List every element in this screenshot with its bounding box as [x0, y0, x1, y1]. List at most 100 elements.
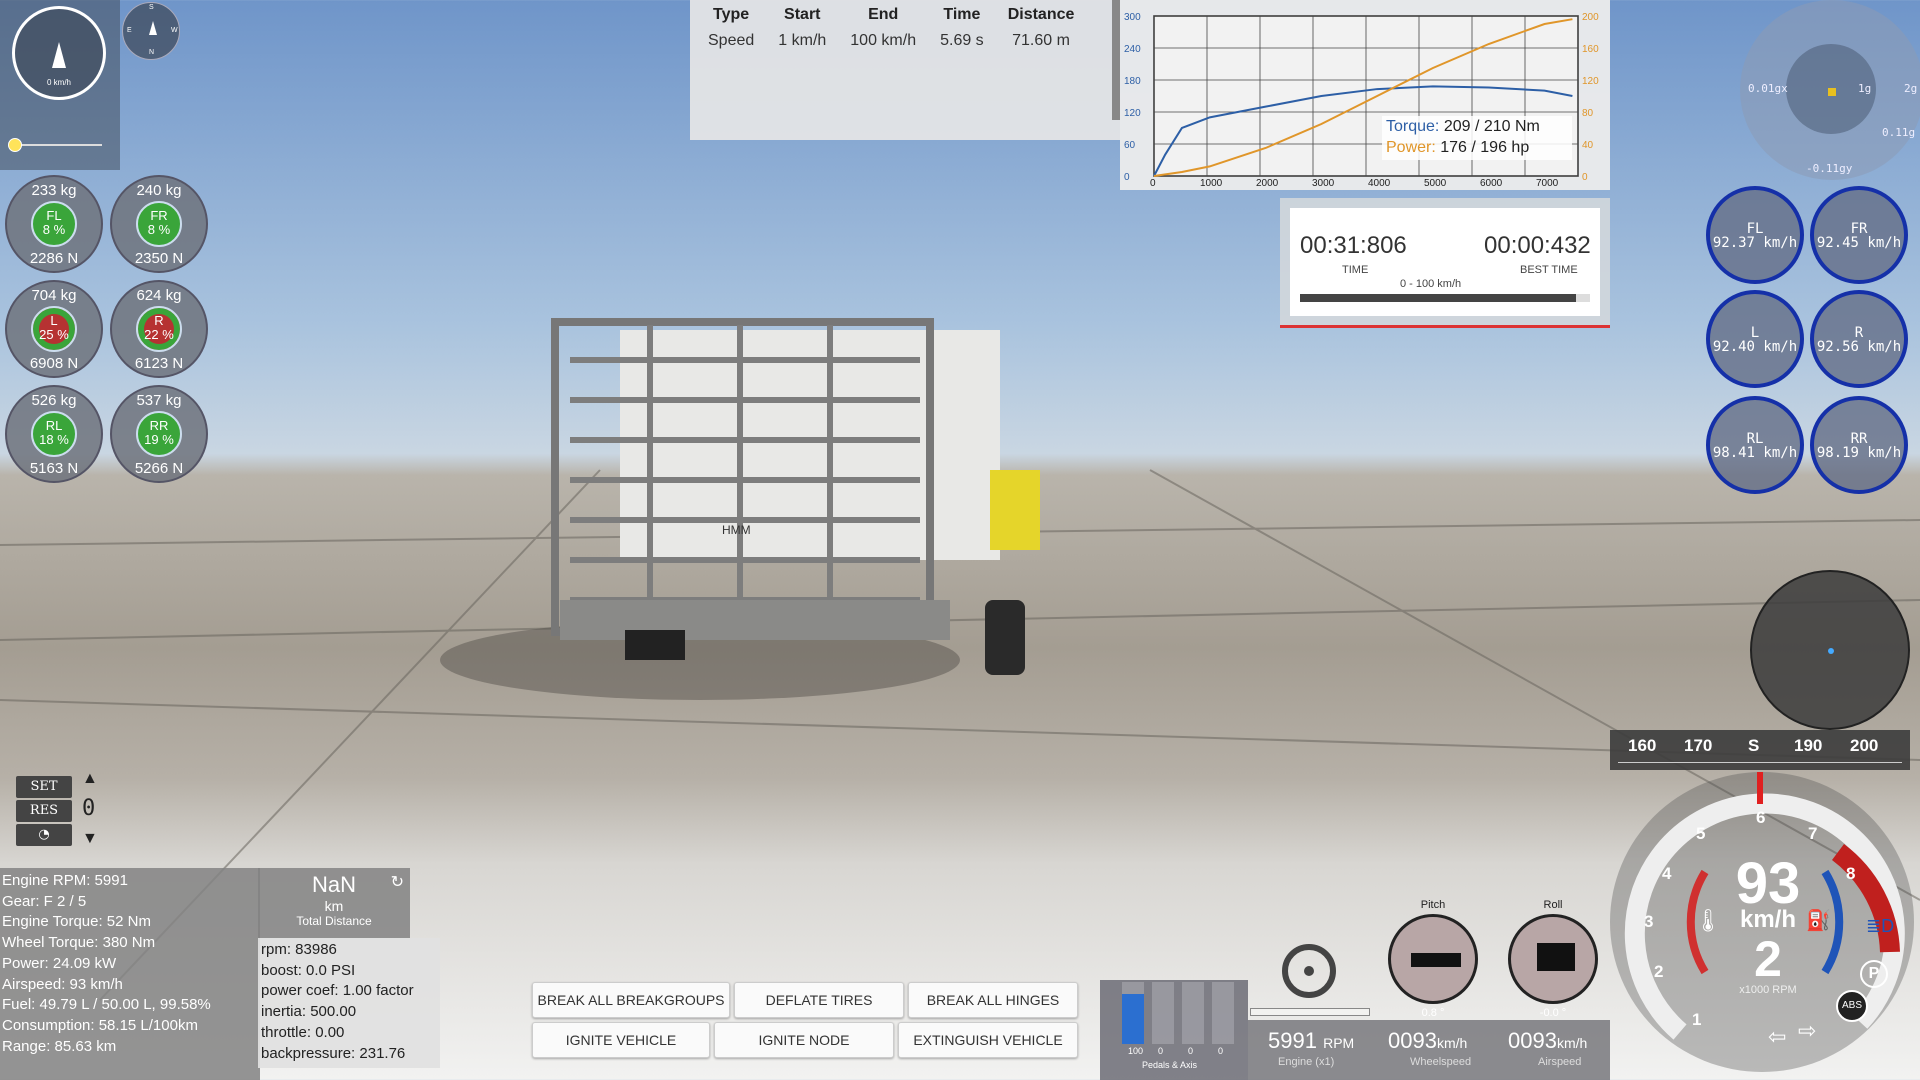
- tire-label: R 22 %: [112, 314, 206, 342]
- graph-right-tick: 0: [1582, 172, 1588, 183]
- airspeed-value: 0093: [1508, 1028, 1557, 1053]
- tire-load-n: 5163 N: [29, 460, 79, 477]
- wheel-id: RL: [1746, 431, 1764, 447]
- mini-speed-needle: [52, 42, 66, 68]
- tire-load-kg: 526 kg: [31, 392, 77, 409]
- tire-id: RR: [149, 418, 169, 433]
- break-all-hinges-button[interactable]: BREAK ALL HINGES: [908, 982, 1078, 1018]
- tire-pct: 25 %: [39, 327, 69, 342]
- tire-id: RL: [45, 418, 63, 433]
- turn-signal-right-icon: ⇨: [1798, 1018, 1817, 1043]
- tire-gauge-r: 624 kg R 22 % 6123 N: [110, 280, 208, 378]
- wheel-speed-fr: FR 92.45 km/h: [1810, 186, 1908, 284]
- gforce-meter: 0.01gx 1g 2g 0.11g -0.11gy: [1740, 0, 1920, 180]
- drag-results-table: Type Start End Time Distance Speed 1 km/…: [696, 4, 1086, 56]
- drag-col-distance: Distance: [1007, 6, 1075, 23]
- wheel-speed-value: 92.40 km/h: [1712, 339, 1798, 355]
- extinguish-vehicle-button[interactable]: EXTINGUISH VEHICLE: [898, 1022, 1078, 1058]
- tape-tick-190: 190: [1794, 736, 1823, 755]
- pitch-indicator: Pitch 0.8 °: [1388, 899, 1478, 1019]
- tire-load-kg: 240 kg: [136, 182, 182, 199]
- pedal-bar: [1212, 982, 1234, 1044]
- tire-gauge-fl: 233 kg FL 8 % 2286 N: [5, 175, 103, 273]
- pedal-bar: [1182, 982, 1204, 1044]
- graph-x-tick: 7000: [1536, 178, 1559, 189]
- wheel-speed-fl: FL 92.37 km/h: [1706, 186, 1804, 284]
- ignite-vehicle-button[interactable]: IGNITE VEHICLE: [532, 1022, 710, 1058]
- timer-progress-bar: [1300, 294, 1590, 302]
- graph-left-tick: 120: [1124, 108, 1141, 119]
- tachometer: 93 km/h 2 x1000 RPM 1 2 3 4 5 6 7 8 🌡 ⛽ …: [1610, 772, 1914, 1072]
- wheel-id: R: [1854, 325, 1864, 341]
- compass-e: W: [171, 27, 178, 34]
- reset-icon[interactable]: ↻: [391, 872, 404, 892]
- tire-gauge-rr: 537 kg RR 19 % 5266 N: [110, 385, 208, 483]
- digital-readout: 5991 RPM Engine (x1) 0093km/h Wheelspeed…: [1248, 1020, 1610, 1080]
- cruise-control: SET RES ◔ ▲ 0 ▼: [10, 770, 100, 860]
- rpm-unit: RPM: [1323, 1035, 1355, 1051]
- drag-col-end: End: [868, 6, 899, 23]
- tacho-num-3: 3: [1644, 912, 1654, 931]
- graph-left-tick: 60: [1124, 140, 1136, 151]
- tire-load-n: 5266 N: [134, 460, 184, 477]
- graph-x-tick: 4000: [1368, 178, 1391, 189]
- engine-info-panel: Engine RPM: 5991 Gear: F 2 / 5 Engine Torq…: [0, 868, 260, 1080]
- graph-left-tick: 0: [1124, 172, 1130, 183]
- tacho-num-8: 8: [1846, 864, 1856, 883]
- roll-indicator: Roll -0.0 °: [1508, 899, 1598, 1019]
- turbo-info-line: backpressure: 231.76: [261, 1044, 406, 1062]
- turbo-info-line: power coef: 1.00 factor: [261, 982, 414, 1000]
- engine-info-line: Range: 85.63 km: [2, 1037, 117, 1055]
- cruise-speed-icon[interactable]: ◔: [16, 824, 72, 846]
- pedals-axis-widget: 100 0 0 0 Pedals & Axis: [1100, 980, 1248, 1080]
- tire-gauge-fr: 240 kg FR 8 % 2350 N: [110, 175, 208, 273]
- wheelspeed-caption: Wheelspeed: [1410, 1056, 1472, 1068]
- tire-id: FR: [150, 208, 168, 223]
- tire-pct: 18 %: [39, 432, 69, 447]
- mini-slider-knob[interactable]: [8, 138, 22, 152]
- tape-tick-s: S: [1748, 736, 1760, 755]
- tire-label: FL 8 %: [7, 209, 101, 237]
- drag-panel-scrollbar[interactable]: [1112, 0, 1120, 120]
- engine-info-line: Power: 24.09 kW: [2, 954, 117, 972]
- graph-right-tick: 160: [1582, 44, 1599, 55]
- torque-power-graph: 300 240 180 120 60 0 200 160 120 80 40 0 0 1000 2000 30…: [1120, 0, 1610, 190]
- drag-cell-time: 5.69 s: [940, 32, 984, 49]
- break-all-breakgroups-button[interactable]: BREAK ALL BREAKGROUPS: [532, 982, 730, 1018]
- odometer-unit: km: [324, 898, 344, 914]
- cruise-res-button[interactable]: RES: [16, 800, 72, 822]
- tire-label: L 25 %: [7, 314, 101, 342]
- compass-tape: 160 170 S 190 200: [1610, 730, 1910, 770]
- steering-bar: [1250, 1008, 1370, 1016]
- roll-value: -0.0 °: [1539, 1007, 1567, 1019]
- odometer-panel: NaN km Total Distance ↻: [258, 868, 410, 938]
- mini-slider-track[interactable]: [10, 144, 102, 146]
- graph-x-tick: 6000: [1480, 178, 1503, 189]
- pedal-value: 0: [1158, 1046, 1164, 1056]
- pedal-value: 0: [1218, 1046, 1224, 1056]
- airspeed-unit: km/h: [1556, 1035, 1588, 1051]
- pedal-value: 0: [1188, 1046, 1194, 1056]
- tire-gauge-rl: 526 kg RL 18 % 5163 N: [5, 385, 103, 483]
- drag-results-panel: Type Start End Time Distance Speed 1 km/…: [690, 0, 1120, 140]
- tacho-num-2: 2: [1654, 962, 1664, 981]
- turbo-info-line: inertia: 500.00: [261, 1003, 357, 1021]
- tire-load-n: 2350 N: [134, 250, 184, 267]
- ignite-node-button[interactable]: IGNITE NODE: [714, 1022, 894, 1058]
- cruise-set-button[interactable]: SET: [16, 776, 72, 798]
- graph-left-tick: 180: [1124, 76, 1141, 87]
- tire-id: FL: [46, 208, 62, 223]
- drag-cell-type: Speed: [708, 32, 755, 49]
- torque-label: Torque:: [1386, 118, 1440, 135]
- pedals-label: Pedals & Axis: [1142, 1060, 1198, 1070]
- deflate-tires-button[interactable]: DEFLATE TIRES: [734, 982, 904, 1018]
- tire-id: L: [50, 313, 58, 328]
- cruise-up-icon[interactable]: ▲: [82, 770, 98, 788]
- cruise-down-icon[interactable]: ▼: [82, 830, 98, 848]
- tacho-num-5: 5: [1696, 824, 1706, 843]
- engine-info-line: Engine Torque: 52 Nm: [2, 913, 151, 931]
- engine-info-line: Airspeed: 93 km/h: [2, 975, 123, 993]
- compass-w: E: [127, 27, 132, 34]
- tire-load-kg: 537 kg: [136, 392, 182, 409]
- graph-x-tick: 5000: [1424, 178, 1447, 189]
